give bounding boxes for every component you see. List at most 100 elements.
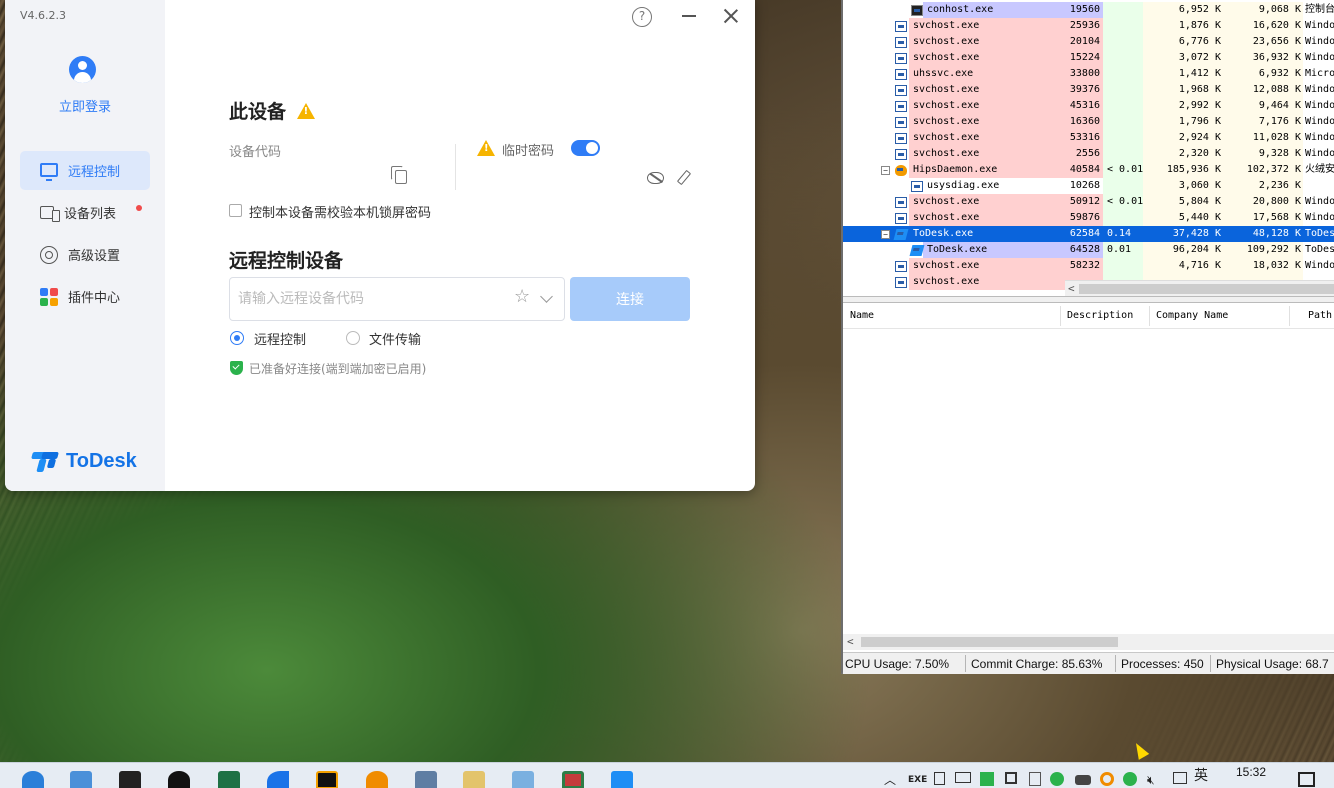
green-tray-icon[interactable] — [980, 772, 994, 786]
todesk-taskbar-icon[interactable] — [611, 771, 633, 788]
exe-tray-icon[interactable]: EXE — [908, 772, 927, 788]
ime-indicator[interactable]: 英 — [1194, 768, 1208, 785]
notepad-taskbar-icon[interactable] — [463, 771, 485, 788]
copy-icon[interactable] — [391, 166, 407, 184]
process-pid: 25936 — [1069, 20, 1100, 31]
warning-icon — [296, 102, 315, 119]
process-row[interactable]: − ToDesk.exe 62584 0.14 37,428 K 48,128 K ToDe… — [843, 226, 1334, 242]
lock-check-checkbox[interactable] — [229, 204, 242, 217]
process-row[interactable]: svchost.exe 45316 2,992 K 9,464 K Windows — [843, 98, 1334, 114]
docker-tray-icon[interactable] — [1075, 775, 1091, 785]
process-row[interactable]: svchost.exe 58232 4,716 K 18,032 K Windows — [843, 258, 1334, 274]
process-cpu — [1103, 130, 1143, 146]
process-icon — [911, 181, 923, 192]
mute-icon[interactable]: 🔇︎ — [1147, 772, 1155, 788]
process-row[interactable]: conhost.exe 19560 6,952 K 9,068 K 控制台 — [843, 2, 1334, 18]
scroll-thumb[interactable] — [1079, 284, 1334, 294]
process-pid: 2556 — [1075, 148, 1100, 159]
pane-splitter[interactable] — [843, 296, 1334, 303]
process-private-bytes: 3,072 K — [1178, 52, 1221, 63]
avatar-icon[interactable] — [69, 56, 96, 83]
sidebar-item-advanced-settings[interactable]: 高级设置 — [20, 235, 150, 274]
ethernet-icon[interactable] — [1173, 772, 1187, 784]
process-description: Windows — [1305, 84, 1334, 95]
scroll-left-icon[interactable]: < — [1068, 281, 1075, 297]
wechat-tray-icon[interactable] — [1050, 772, 1064, 786]
column-header-path[interactable]: Path — [1308, 310, 1332, 321]
edit-icon[interactable] — [676, 169, 692, 186]
scroll-thumb[interactable] — [861, 637, 1118, 647]
devices-icon — [40, 206, 60, 222]
search-tray-icon[interactable] — [1100, 772, 1114, 786]
network-tray-icon[interactable] — [1123, 772, 1137, 786]
remote-control-radio[interactable] — [230, 331, 244, 345]
column-header-description[interactable]: Description — [1067, 310, 1133, 321]
app-tray-icon[interactable] — [1005, 772, 1017, 784]
qq-taskbar-icon[interactable] — [168, 771, 190, 788]
process-icon — [895, 101, 907, 112]
process-pid: 40584 — [1069, 164, 1100, 175]
explorer-taskbar-icon[interactable] — [512, 771, 534, 788]
process-row[interactable]: svchost.exe 2556 2,320 K 9,328 K Windows — [843, 146, 1334, 162]
sidebar-item-remote-control[interactable]: 远程控制 — [20, 151, 150, 190]
help-button[interactable]: ? — [632, 7, 652, 27]
close-button[interactable] — [721, 6, 741, 26]
process-name: svchost.exe — [913, 84, 980, 95]
intellij-taskbar-icon[interactable] — [316, 771, 338, 788]
notification-center-icon[interactable] — [1298, 772, 1315, 787]
clock[interactable]: 15:32 — [1228, 765, 1274, 779]
star-icon[interactable]: ☆ — [514, 288, 530, 306]
tree-collapse-icon[interactable]: − — [881, 166, 890, 175]
calculator-taskbar-icon[interactable] — [415, 771, 437, 788]
scroll-left-icon[interactable]: < — [847, 634, 854, 650]
sidebar-item-plugin-center[interactable]: 插件中心 — [20, 277, 150, 316]
sidebar-item-device-list[interactable]: 设备列表 — [20, 193, 150, 232]
this-device-title: 此设备 — [229, 101, 287, 123]
lower-pane-hscrollbar[interactable]: < — [843, 634, 1334, 650]
file-tray-icon[interactable] — [1029, 772, 1041, 786]
process-row[interactable]: svchost.exe 53316 2,924 K 11,028 K Windows — [843, 130, 1334, 146]
process-working-set: 23,656 K — [1252, 36, 1301, 47]
tree-collapse-icon[interactable]: − — [881, 230, 890, 239]
process-row[interactable]: svchost.exe 59876 5,440 K 17,568 K Windows — [843, 210, 1334, 226]
column-header-name[interactable]: Name — [850, 310, 874, 321]
login-link[interactable]: 立即登录 — [5, 96, 165, 115]
process-list-hscrollbar[interactable]: < — [1065, 280, 1334, 296]
monitor-tray-icon[interactable] — [955, 772, 971, 783]
sidebar-item-label: 高级设置 — [68, 249, 121, 264]
hide-password-icon[interactable] — [647, 172, 664, 184]
connect-button[interactable]: 连接 — [570, 277, 690, 321]
process-row[interactable]: ToDesk.exe 64528 0.01 96,204 K 109,292 K ToDe… — [843, 242, 1334, 258]
process-cpu — [1103, 258, 1143, 274]
process-row[interactable]: svchost.exe 50912 < 0.01 5,804 K 20,800 K Win… — [843, 194, 1334, 210]
process-row[interactable]: svchost.exe 39376 1,968 K 12,088 K Windows — [843, 82, 1334, 98]
process-pid: 10268 — [1069, 180, 1100, 191]
process-row[interactable]: svchost.exe 20104 6,776 K 23,656 K Windows — [843, 34, 1334, 50]
column-header-company[interactable]: Company Name — [1156, 310, 1228, 321]
process-working-set: 18,032 K — [1252, 260, 1301, 271]
temp-password-toggle[interactable] — [571, 140, 600, 156]
terminal-taskbar-icon[interactable] — [119, 771, 141, 788]
process-working-set: 48,128 K — [1252, 228, 1301, 239]
process-row[interactable]: uhssvc.exe 33800 1,412 K 6,932 K Microsoft — [843, 66, 1334, 82]
process-row[interactable]: − HipsDaemon.exe 40584 < 0.01 185,936 K 102,3… — [843, 162, 1334, 178]
file-transfer-radio[interactable] — [346, 331, 360, 345]
process-working-set: 6,932 K — [1258, 68, 1301, 79]
process-name: svchost.exe — [913, 100, 980, 111]
excel-taskbar-icon[interactable] — [218, 771, 240, 788]
process-explorer-taskbar-icon[interactable] — [562, 771, 584, 788]
search-tool-taskbar-icon[interactable] — [366, 771, 388, 788]
process-row[interactable]: svchost.exe 25936 1,876 K 16,620 K Windows — [843, 18, 1334, 34]
edge-taskbar-icon[interactable] — [267, 771, 289, 788]
browser-taskbar-icon[interactable] — [22, 771, 44, 788]
document-tray-icon[interactable] — [934, 772, 945, 785]
minimize-button[interactable] — [679, 6, 699, 26]
chevron-up-icon[interactable]: ︿ — [884, 772, 896, 788]
process-description: 火绒安全 — [1305, 164, 1334, 175]
process-row[interactable]: svchost.exe 15224 3,072 K 36,932 K Windows — [843, 50, 1334, 66]
process-row[interactable]: svchost.exe 16360 1,796 K 7,176 K Windows — [843, 114, 1334, 130]
gear-icon — [40, 245, 58, 264]
process-row[interactable]: usysdiag.exe 10268 3,060 K 2,236 K — [843, 178, 1334, 194]
process-working-set: 16,620 K — [1252, 20, 1301, 31]
control-panel-taskbar-icon[interactable] — [70, 771, 92, 788]
